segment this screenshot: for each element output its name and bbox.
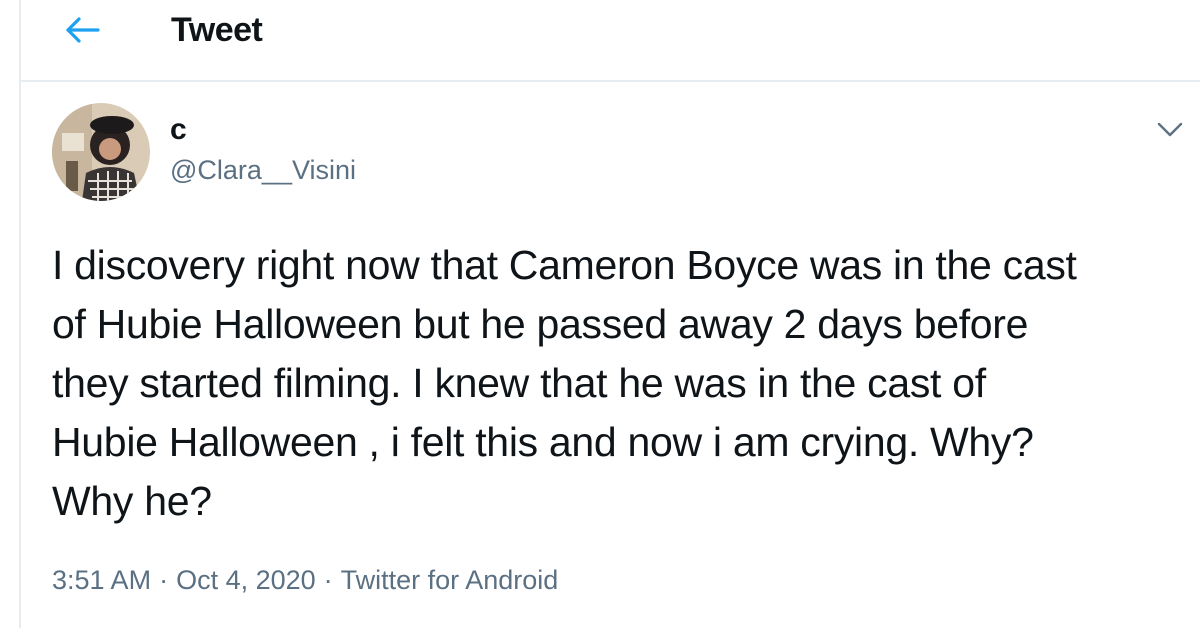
avatar[interactable] — [52, 103, 150, 201]
tweet-page: Tweet c @Clara__Visini I discovery right… — [0, 0, 1200, 628]
tweet-time[interactable]: 3:51 AM — [52, 562, 151, 598]
avatar-photo — [52, 103, 150, 201]
author-handle[interactable]: @Clara__Visini — [170, 153, 356, 187]
tweet-source[interactable]: Twitter for Android — [341, 562, 559, 598]
more-options-button[interactable] — [1150, 110, 1190, 150]
back-button[interactable] — [61, 8, 105, 52]
tweet-text: I discovery right now that Cameron Boyce… — [52, 242, 1077, 524]
author-display-name[interactable]: c — [170, 112, 187, 148]
chevron-down-icon — [1157, 122, 1183, 137]
column-divider — [19, 0, 21, 628]
tweet-date[interactable]: Oct 4, 2020 — [176, 562, 316, 598]
page-header: Tweet — [21, 0, 1200, 82]
page-title: Tweet — [171, 11, 263, 49]
tweet-metadata: 3:51 AM · Oct 4, 2020 · Twitter for Andr… — [52, 562, 558, 598]
meta-separator: · — [159, 565, 169, 595]
arrow-left-icon — [66, 17, 100, 43]
meta-separator: · — [323, 565, 333, 595]
